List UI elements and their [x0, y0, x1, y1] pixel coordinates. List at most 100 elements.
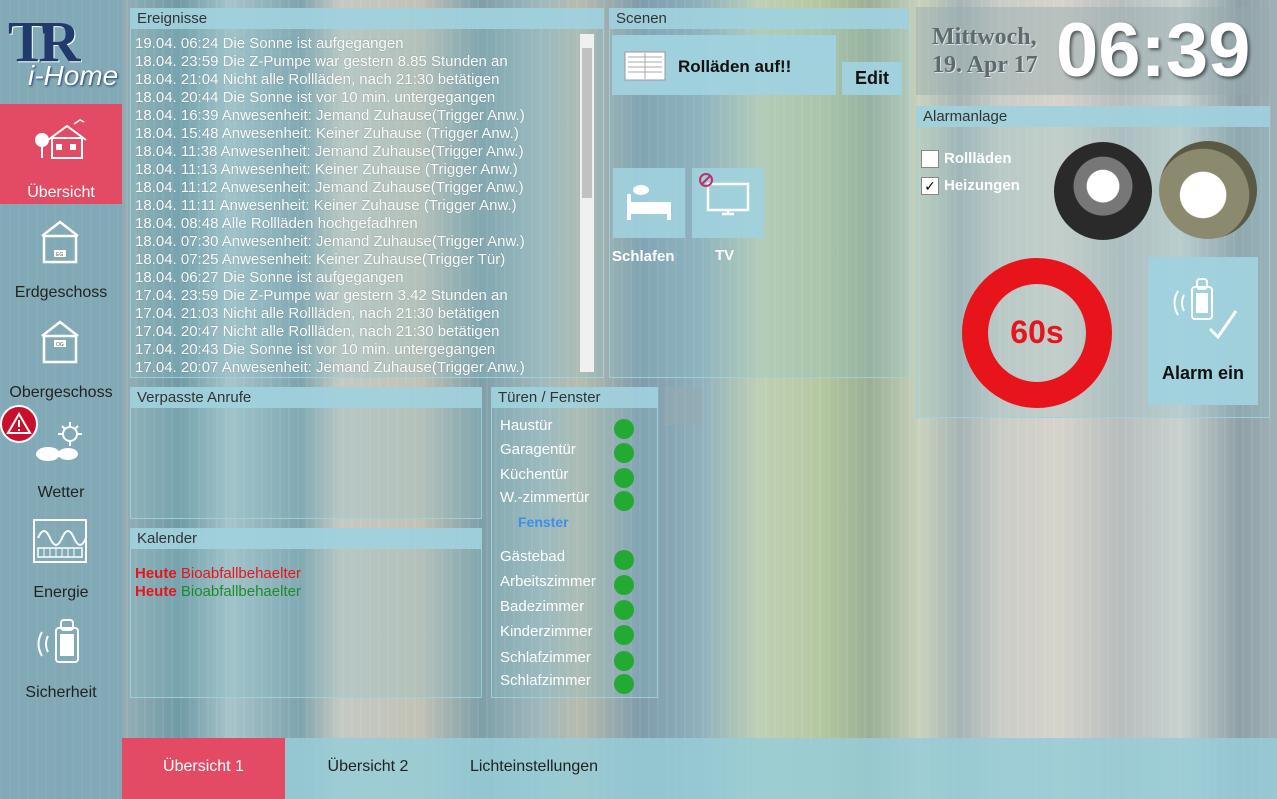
clock-time: 06:39 — [1056, 8, 1251, 93]
window-label: Schlafzimmer — [500, 649, 591, 666]
status-dot — [614, 443, 634, 463]
calendar-what: Bioabfallbehaelter — [180, 583, 301, 600]
status-dot — [614, 625, 634, 645]
missed-calls-panel: Verpasste Anrufe — [130, 387, 482, 519]
list-item: 18.04. 21:04 Nicht alle Rollläden, nach … — [135, 71, 500, 88]
status-dot — [614, 651, 634, 671]
rollaeden-checkbox[interactable] — [921, 150, 939, 168]
shutter-icon — [624, 51, 666, 81]
status-dot — [614, 491, 634, 511]
status-dot — [614, 674, 634, 694]
house-badge: EG — [56, 252, 63, 258]
alarm-title: Alarmanlage — [917, 107, 1269, 127]
sidebar-item-label: Sicherheit — [25, 684, 97, 701]
sidebar-item-erdgeschoss[interactable]: EG Erdgeschoss — [0, 204, 122, 304]
window-row: Schlafzimmer — [500, 649, 650, 671]
list-item: 18.04. 07:30 Anwesenheit: Jemand Zuhause… — [135, 233, 525, 250]
clock-day: 19. Apr 17 — [932, 52, 1038, 78]
alarm-ein-label: Alarm ein — [1161, 363, 1245, 383]
status-dot — [614, 575, 634, 595]
door-label: W.-zimmertür — [500, 489, 590, 506]
weather-icon — [36, 422, 82, 461]
window-row: Gästebad — [500, 548, 650, 570]
calendar-when: Heute — [135, 583, 177, 600]
door-label: Haustür — [500, 417, 553, 434]
rollaeden-label: Rollläden — [944, 150, 1012, 167]
status-dot — [614, 600, 634, 620]
disabled-icon — [699, 173, 713, 187]
window-label: Schlafzimmer — [500, 672, 591, 689]
status-dot — [614, 550, 634, 570]
sidebar-item-label: Wetter — [37, 484, 85, 501]
bed-icon — [627, 185, 671, 220]
calendar-what: Bioabfallbehaelter — [180, 565, 301, 582]
calendar-title: Kalender — [131, 529, 481, 549]
list-item: 17.04. 20:43 Die Sonne ist vor 10 min. u… — [135, 341, 496, 358]
calendar-entry: Heute Bioabfallbehaelter — [135, 565, 301, 582]
scene-tile-tv[interactable] — [692, 168, 764, 238]
clock-weekday: Mittwoch, — [932, 24, 1037, 50]
list-item: 17.04. 20:47 Nicht alle Rollläden, nach … — [135, 323, 500, 340]
tab-uebersicht-2[interactable]: Übersicht 2 — [285, 738, 451, 799]
sidebar-item-wetter[interactable]: Wetter — [0, 404, 122, 504]
sidebar-item-label: Energie — [33, 584, 89, 601]
windows-heading: Fenster — [518, 514, 569, 530]
sidebar-item-energie[interactable]: Energie — [0, 504, 122, 604]
list-item: 18.04. 11:13 Anwesenheit: Keiner Zuhause… — [135, 161, 518, 178]
door-row-haustuer: Haustür — [500, 417, 650, 439]
sidebar-item-uebersicht[interactable]: Übersicht — [0, 104, 122, 204]
calendar-when: Heute — [135, 565, 177, 582]
list-item: 18.04. 08:48 Alle Rollläden hochgefadhre… — [135, 215, 418, 232]
avatar[interactable] — [1054, 142, 1152, 240]
doors-title: Türen / Fenster — [492, 388, 657, 408]
clock-date: Mittwoch, 19. Apr 17 — [932, 23, 1038, 79]
list-item: 18.04. 15:48 Anwesenheit: Keiner Zuhause… — [135, 125, 519, 142]
alarm-ein-button[interactable]: Alarm ein — [1148, 257, 1258, 405]
logo: TR i-Home — [0, 0, 135, 100]
clock-panel: Mittwoch, 19. Apr 17 06:39 — [916, 7, 1270, 95]
list-item: 17.04. 20:07 Anwesenheit: Jemand Zuhause… — [135, 359, 525, 375]
calendar-entry: Heute Bioabfallbehaelter — [135, 583, 301, 600]
tab-lichteinstellungen[interactable]: Lichteinstellungen — [451, 738, 617, 799]
events-list[interactable]: 19.04. 06:24 Die Sonne ist aufgegangen 1… — [135, 35, 585, 375]
sidebar-item-label: Übersicht — [27, 184, 95, 201]
window-row: Badezimmer — [500, 598, 650, 620]
heizungen-label: Heizungen — [944, 177, 1020, 194]
logo-wordmark: i-Home — [28, 60, 119, 91]
house-eg-icon: EG — [41, 220, 79, 264]
list-item: 18.04. 07:25 Anwesenheit: Keiner Zuhause… — [135, 251, 506, 268]
countdown-value: 60s — [1010, 314, 1064, 350]
missed-calls-title: Verpasste Anrufe — [131, 388, 481, 408]
house-og-icon: OG — [41, 320, 79, 364]
alarm-remote-icon — [1173, 278, 1238, 340]
security-remote-icon — [37, 619, 79, 663]
list-item: 18.04. 23:59 Die Z-Pumpe war gestern 8.8… — [135, 53, 508, 70]
edit-button[interactable]: Edit — [842, 62, 902, 95]
tab-uebersicht-1[interactable]: Übersicht 1 — [122, 738, 285, 799]
list-item: 18.04. 11:11 Anwesenheit: Keiner Zuhause… — [135, 197, 517, 214]
list-item: 18.04. 11:12 Anwesenheit: Jemand Zuhause… — [135, 179, 524, 196]
sidebar-item-sicherheit[interactable]: Sicherheit — [0, 604, 122, 704]
list-item: 17.04. 23:59 Die Z-Pumpe war gestern 3.4… — [135, 287, 508, 304]
scrollbar-thumb[interactable] — [582, 48, 592, 198]
alarm-panel: Alarmanlage Rollläden ✓ Heizungen 60s Al… — [916, 106, 1270, 418]
events-scrollbar[interactable] — [580, 34, 594, 372]
window-label: Arbeitszimmer — [500, 573, 596, 590]
rollaeden-auf-button[interactable]: Rolläden auf!! — [612, 35, 836, 95]
scene-label-tv: TV — [715, 247, 735, 264]
scene-label-schlafen: Schlafen — [612, 248, 675, 265]
list-item: 17.04. 21:03 Nicht alle Rollläden, nach … — [135, 305, 500, 322]
door-row-wohnzimmertuer: W.-zimmertür — [500, 489, 650, 511]
avatar[interactable] — [1159, 141, 1257, 239]
heizungen-checkbox[interactable]: ✓ — [921, 177, 939, 195]
house-badge: OG — [56, 342, 64, 348]
scene-tile-schlafen[interactable] — [613, 168, 685, 238]
status-dot — [614, 419, 634, 439]
events-title: Ereignisse — [131, 9, 603, 29]
window-row: Arbeitszimmer — [500, 573, 650, 595]
sidebar-item-obergeschoss[interactable]: OG Obergeschoss — [0, 304, 122, 404]
window-label: Badezimmer — [500, 598, 585, 615]
bottom-tab-bar: Übersicht 1 Übersicht 2 Lichteinstellung… — [122, 738, 1277, 799]
door-row-kuechentuer: Küchentür — [500, 466, 650, 488]
sidebar-item-label: Erdgeschoss — [14, 284, 108, 301]
